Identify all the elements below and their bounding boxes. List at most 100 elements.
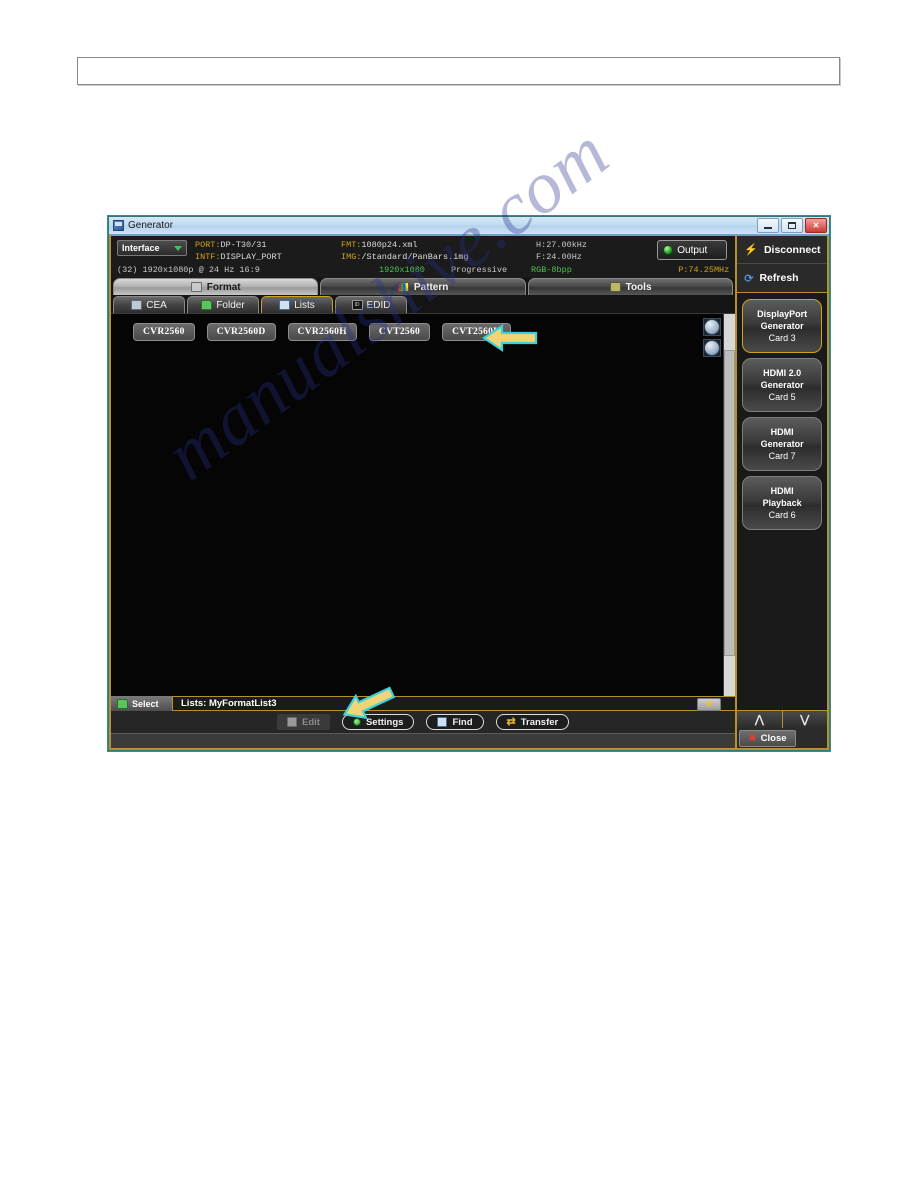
pixel-clock-value: P:74.25MHz [678,265,730,275]
scroll-cards-down-button[interactable]: ⋁ [781,711,827,728]
tab-tools[interactable]: Tools [527,278,734,295]
card-line2: Generator [760,321,804,331]
device-card-displayport-generator[interactable]: DisplayPort Generator Card 3 [742,299,822,353]
card-line3: Card 5 [768,392,796,402]
tab-format-label: Format [206,281,241,293]
card-line2: Generator [760,439,804,449]
interface-label: Interface [122,243,160,253]
intf-value: DISPLAY_PORT [220,252,282,262]
color-depth-value: RGB-8bpp [531,265,572,275]
tab-cea[interactable]: CEA [113,296,185,313]
transfer-button[interactable]: ⇄ Transfer [495,714,570,730]
intf-key: INTF: [195,252,221,262]
lists-icon [279,300,291,310]
favorite-button[interactable]: ★ [697,698,722,711]
sub-tab-bar: CEA Folder Lists ID EDID [111,295,736,313]
img-field: IMG:/Standard/PanBars.img [341,252,469,262]
port-key: PORT: [195,240,221,250]
chevron-down-circle-icon [704,319,721,335]
card-line1: HDMI 2.0 [763,368,802,378]
settings-button[interactable]: Settings [341,714,415,730]
card-line2: Generator [760,380,804,390]
fmt-key: FMT: [341,240,362,250]
plug-icon: ⚡ [744,244,758,256]
resolution-value: 1920x1080 [379,265,425,275]
f-frequency: F:24.00Hz [536,252,582,262]
tools-icon [609,282,621,292]
select-button[interactable]: Select [111,696,173,711]
tab-pattern[interactable]: Pattern [320,278,526,295]
vertical-scrollbar[interactable] [723,314,736,696]
tab-lists[interactable]: Lists [261,296,333,313]
tab-edid[interactable]: ID EDID [335,296,407,313]
settings-icon [352,718,361,726]
card-line1: HDMI [770,427,794,437]
close-button[interactable]: ✖ Close [739,729,796,747]
find-button[interactable]: Find [426,714,484,730]
content-mini-controls-bottom [703,318,722,692]
select-folder-icon [117,698,128,709]
maximize-button[interactable] [781,218,803,233]
edit-icon [287,717,298,727]
folder-icon [201,300,213,310]
find-icon [437,717,448,727]
card-line3: Card 6 [768,510,796,520]
window-body: Interface PORT:DP-T30/31 INTF:DISPLAY_PO… [109,235,829,750]
transfer-icon: ⇄ [506,715,516,728]
output-button[interactable]: Output [657,240,728,260]
tab-folder-label: Folder [216,299,245,311]
edit-button[interactable]: Edit [277,714,330,730]
tab-lists-label: Lists [294,299,315,311]
tab-edid-label: EDID [366,299,391,311]
close-label: Close [760,732,787,744]
device-card-hdmi-generator[interactable]: HDMI Generator Card 7 [742,417,822,471]
format-chip-row: CVR2560 CVR2560D CVR2560H CVT2560 CVT256… [111,314,735,341]
window-titlebar: Generator ✕ [109,217,829,235]
h-frequency: H:27.00kHz [536,240,588,250]
format-chip-cvr2560d[interactable]: CVR2560D [206,323,276,341]
fmt-value: 1080p24.xml [361,240,418,250]
card-line1: HDMI [770,486,794,496]
card-line1: DisplayPort [757,309,808,319]
tab-format[interactable]: Format [113,278,319,295]
edid-icon: ID [351,300,363,310]
monitor-icon [190,282,202,292]
refresh-button[interactable]: ⟳ Refresh [737,264,827,292]
current-list-name: Lists: MyFormatList3 [181,698,277,709]
intf-field: INTF:DISPLAY_PORT [195,252,282,262]
scrollbar-thumb[interactable] [724,350,736,656]
tab-cea-label: CEA [146,299,167,311]
scroll-down-wrap[interactable] [703,318,722,336]
format-chip-cvr2560[interactable]: CVR2560 [133,323,195,341]
select-label: Select [132,698,159,709]
card-line2: Playback [762,498,802,508]
format-chip-cvr2560h[interactable]: CVR2560H [287,323,357,341]
card-line3: Card 3 [768,333,796,343]
minimize-button[interactable] [757,218,779,233]
window-title: Generator [128,220,174,231]
format-chip-cvt2560[interactable]: CVT2560 [368,323,431,341]
window-controls: ✕ [757,218,827,233]
format-chip-cvt2560h[interactable]: CVT2560H [442,323,511,341]
tab-folder[interactable]: Folder [187,296,259,313]
page-root: Generator ✕ Interface PORT:DP-T30/31 INT… [0,0,918,1188]
sidebar-nav-row: ⋀ ⋁ [737,710,827,728]
app-icon [113,220,124,231]
settings-label: Settings [365,716,404,728]
close-window-button[interactable]: ✕ [805,218,827,233]
disconnect-button[interactable]: ⚡ Disconnect [737,236,827,264]
chevron-down-icon [174,245,182,251]
device-card-hdmi20-generator[interactable]: HDMI 2.0 Generator Card 5 [742,358,822,412]
scroll-cards-up-button[interactable]: ⋀ [737,711,782,728]
format-list-area: CVR2560 CVR2560D CVR2560H CVT2560 CVT256… [111,313,736,696]
device-card-hdmi-playback[interactable]: HDMI Playback Card 6 [742,476,822,530]
img-key: IMG: [341,252,362,262]
pattern-icon [397,282,409,292]
sidebar-actions: ⚡ Disconnect ⟳ Refresh [737,236,827,293]
scan-mode-value: Progressive [451,265,508,275]
img-value: /Standard/PanBars.img [361,252,469,262]
interface-dropdown[interactable]: Interface [117,240,187,256]
main-column: Interface PORT:DP-T30/31 INTF:DISPLAY_PO… [111,236,736,748]
transfer-label: Transfer [520,716,559,728]
format-description: (32) 1920x1080p @ 24 Hz 16:9 [117,265,260,275]
